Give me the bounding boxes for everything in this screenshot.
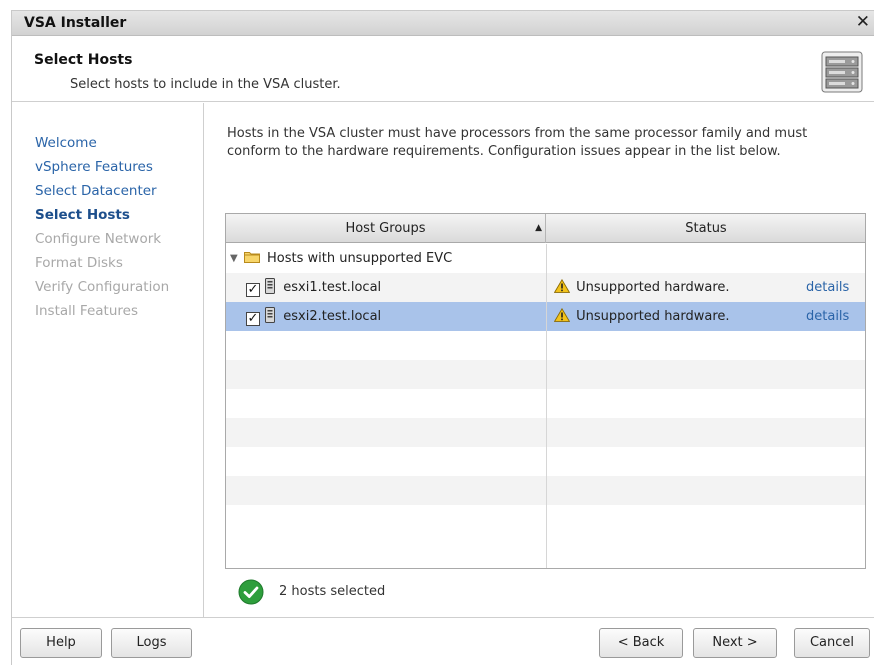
status-cell: Unsupported hardware. — [554, 273, 730, 302]
column-header-host-groups[interactable]: Host Groups ▲ — [226, 214, 546, 243]
server-icon — [265, 307, 276, 323]
empty-row — [226, 476, 865, 505]
empty-row — [226, 331, 865, 360]
table-row-host-2[interactable]: ✓ esxi2.test.local Unsupported hardware.… — [226, 302, 865, 331]
column-divider — [546, 331, 547, 360]
main-content: Hosts in the VSA cluster must have proce… — [205, 103, 874, 617]
next-button[interactable]: Next > — [693, 628, 777, 658]
wizard-steps-sidebar: Welcome vSphere Features Select Datacent… — [12, 103, 204, 617]
host-name: esxi1.test.local — [283, 280, 382, 295]
column-divider — [546, 534, 547, 568]
folder-icon — [243, 252, 260, 263]
server-rack-icon — [821, 51, 863, 93]
group-row[interactable]: ▼ Hosts with unsupported EVC — [226, 244, 865, 273]
empty-row — [226, 418, 865, 447]
status-text: Unsupported hardware. — [576, 280, 730, 295]
column-divider — [546, 418, 547, 447]
sidebar-item-welcome[interactable]: Welcome — [35, 135, 97, 151]
sidebar-item-verify-configuration: Verify Configuration — [35, 279, 170, 295]
empty-row — [226, 505, 865, 534]
sidebar-item-configure-network: Configure Network — [35, 231, 162, 247]
group-cell: ▼ Hosts with unsupported EVC — [230, 244, 452, 273]
description-text: Hosts in the VSA cluster must have proce… — [227, 126, 808, 159]
vsa-installer-dialog: VSA Installer ✕ Select Hosts Select host… — [11, 10, 874, 665]
column-header-status[interactable]: Status — [547, 214, 865, 243]
logs-button[interactable]: Logs — [111, 628, 192, 658]
column-header-host-groups-label: Host Groups — [345, 221, 426, 236]
group-label: Hosts with unsupported EVC — [266, 251, 453, 266]
table-header: Host Groups ▲ Status — [226, 214, 865, 243]
column-divider — [546, 244, 547, 273]
table-row-host-1[interactable]: ✓ esxi1.test.local Unsupported hardware.… — [226, 273, 865, 302]
status-text: Unsupported hardware. — [576, 309, 730, 324]
warning-icon — [554, 279, 570, 293]
close-icon[interactable]: ✕ — [856, 12, 870, 32]
check-circle-icon — [238, 579, 264, 605]
details-link[interactable]: details — [806, 302, 849, 331]
window-title: VSA Installer — [24, 15, 127, 31]
empty-row — [226, 534, 865, 568]
status-cell: Unsupported hardware. — [554, 302, 730, 331]
column-divider — [546, 389, 547, 418]
warning-icon — [554, 308, 570, 322]
button-bar: Help Logs < Back Next > Cancel — [12, 617, 874, 665]
sort-ascending-icon: ▲ — [535, 223, 542, 233]
cancel-button[interactable]: Cancel — [794, 628, 870, 658]
summary-text: 2 hosts selected — [279, 584, 386, 599]
expand-triangle-icon[interactable]: ▼ — [230, 244, 238, 273]
column-divider — [546, 476, 547, 505]
sidebar-item-select-datacenter[interactable]: Select Datacenter — [35, 183, 157, 199]
step-subtitle: Select hosts to include in the VSA clust… — [70, 77, 341, 92]
title-bar: VSA Installer ✕ — [12, 11, 874, 36]
empty-row — [226, 360, 865, 389]
empty-row — [226, 447, 865, 476]
host-checkbox[interactable]: ✓ — [246, 312, 260, 326]
sidebar-item-select-hosts: Select Hosts — [35, 207, 130, 223]
column-divider — [546, 360, 547, 389]
column-divider — [546, 505, 547, 534]
hosts-table: Host Groups ▲ Status ▼ Hosts with unsupp… — [225, 213, 866, 569]
column-divider — [546, 447, 547, 476]
column-divider — [546, 273, 547, 302]
back-button[interactable]: < Back — [599, 628, 683, 658]
step-header: Select Hosts Select hosts to include in … — [12, 37, 874, 102]
details-link[interactable]: details — [806, 273, 849, 302]
sidebar-item-format-disks: Format Disks — [35, 255, 123, 271]
step-title: Select Hosts — [34, 52, 133, 68]
sidebar-item-vsphere-features[interactable]: vSphere Features — [35, 159, 153, 175]
sidebar-item-install-features: Install Features — [35, 303, 138, 319]
empty-row — [226, 389, 865, 418]
host-cell: ✓ esxi2.test.local — [246, 302, 381, 331]
host-cell: ✓ esxi1.test.local — [246, 273, 381, 302]
host-checkbox[interactable]: ✓ — [246, 283, 260, 297]
column-divider — [546, 302, 547, 331]
host-name: esxi2.test.local — [283, 309, 382, 324]
server-icon — [265, 278, 276, 294]
help-button[interactable]: Help — [20, 628, 102, 658]
